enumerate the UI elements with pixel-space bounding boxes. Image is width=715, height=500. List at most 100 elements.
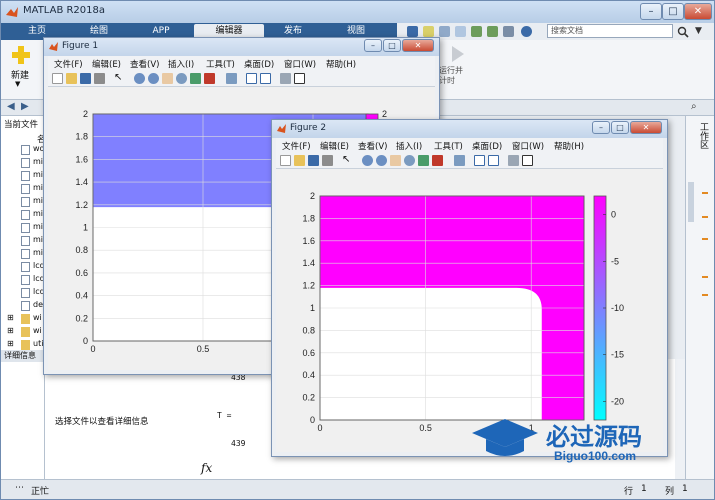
back-icon[interactable]: ◀ (7, 101, 15, 112)
expand-icon[interactable]: ⊞ (7, 313, 14, 322)
print-icon[interactable] (322, 155, 333, 166)
file-list-item[interactable]: mi (1, 248, 45, 260)
workspace-label[interactable]: 工作区 (697, 122, 710, 149)
file-list-item[interactable]: mi (1, 235, 45, 247)
run-and-time-label[interactable]: 运行并计时 (439, 66, 469, 86)
legend-icon[interactable] (488, 155, 499, 166)
zoom-out-icon[interactable] (376, 155, 387, 166)
pan-icon[interactable] (390, 155, 401, 166)
paste-icon[interactable] (455, 26, 466, 37)
colorbar-icon[interactable] (474, 155, 485, 166)
rotate-icon[interactable] (176, 73, 187, 84)
pointer-icon[interactable]: ↖ (114, 73, 125, 84)
file-list-item[interactable]: wo (1, 144, 45, 156)
link-plot-icon[interactable] (454, 155, 465, 166)
search-icon[interactable] (677, 26, 689, 38)
zoom-in-icon[interactable] (134, 73, 145, 84)
file-list-item[interactable]: lcd (1, 274, 45, 286)
fig2-close-button[interactable]: ✕ (630, 121, 662, 134)
address-search-icon[interactable]: ⌕ (691, 101, 697, 112)
fig1-menu-tools[interactable]: 工具(T) (206, 58, 235, 70)
fig1-menu-file[interactable]: 文件(F) (54, 58, 83, 70)
fig2-menu-view[interactable]: 查看(V) (358, 140, 387, 152)
hide-tools-icon[interactable] (508, 155, 519, 166)
file-list-item[interactable]: lcd (1, 261, 45, 273)
zoom-in-icon[interactable] (362, 155, 373, 166)
file-list-item[interactable]: lcd (1, 287, 45, 299)
file-list-item[interactable]: mi (1, 157, 45, 169)
fig2-menu-edit[interactable]: 编辑(E) (320, 140, 349, 152)
fig2-menu-insert[interactable]: 插入(I) (396, 140, 422, 152)
print-icon[interactable] (94, 73, 105, 84)
fig1-menu-desktop[interactable]: 桌面(D) (244, 58, 274, 70)
filter-icon[interactable]: ▼ (695, 26, 702, 36)
fig2-maximize-button[interactable]: □ (611, 121, 629, 134)
help-icon[interactable] (521, 26, 532, 37)
new-figure-icon[interactable] (52, 73, 63, 84)
figure-2-window[interactable]: Figure 2 – □ ✕ 文件(F) 编辑(E) 查看(V) 插入(I) 工… (271, 119, 668, 457)
link-plot-icon[interactable] (226, 73, 237, 84)
fig2-menu-tools[interactable]: 工具(T) (434, 140, 463, 152)
fig2-menu-desktop[interactable]: 桌面(D) (472, 140, 502, 152)
file-list-item[interactable]: dev (1, 300, 48, 312)
run-and-time-icon[interactable] (449, 44, 467, 64)
open-icon[interactable] (294, 155, 305, 166)
file-list-item[interactable]: mi (1, 196, 45, 208)
file-list-item[interactable]: mi (1, 183, 45, 195)
undo-icon[interactable] (471, 26, 482, 37)
copy-icon[interactable] (439, 26, 450, 37)
hide-tools-icon[interactable] (280, 73, 291, 84)
fig1-menu-view[interactable]: 查看(V) (130, 58, 159, 70)
redo-icon[interactable] (487, 26, 498, 37)
expand-icon[interactable]: ⊞ (7, 339, 14, 348)
fig1-close-button[interactable]: ✕ (402, 39, 434, 52)
cmd-scrollbar[interactable] (675, 359, 685, 479)
brush-icon[interactable] (204, 73, 215, 84)
file-list-item[interactable]: mi (1, 222, 45, 234)
save-icon[interactable] (407, 26, 418, 37)
zoom-out-icon[interactable] (148, 73, 159, 84)
fig1-menu-edit[interactable]: 编辑(E) (92, 58, 121, 70)
new-figure-icon[interactable] (280, 155, 291, 166)
save-figure-icon[interactable] (308, 155, 319, 166)
new-dropdown-icon[interactable]: ▼ (15, 80, 20, 88)
brush-icon[interactable] (432, 155, 443, 166)
fig1-menu-help[interactable]: 帮助(H) (326, 58, 356, 70)
show-tools-icon[interactable] (294, 73, 305, 84)
cut-icon[interactable] (423, 26, 434, 37)
maximize-button[interactable]: □ (662, 3, 684, 20)
new-icon[interactable] (11, 45, 31, 65)
switch-windows-icon[interactable] (503, 26, 514, 37)
forward-icon[interactable]: ▶ (21, 101, 29, 112)
file-list-item[interactable]: ⊞ wi (1, 313, 45, 325)
show-tools-icon[interactable] (522, 155, 533, 166)
save-figure-icon[interactable] (80, 73, 91, 84)
figure-1-titlebar[interactable]: Figure 1 – □ ✕ (44, 38, 439, 56)
rotate-icon[interactable] (404, 155, 415, 166)
fig2-menu-help[interactable]: 帮助(H) (554, 140, 584, 152)
expand-icon[interactable]: ⊞ (7, 326, 14, 335)
y-tick-label: 0.4 (302, 370, 315, 380)
data-cursor-icon[interactable] (190, 73, 201, 84)
figure-2-titlebar[interactable]: Figure 2 – □ ✕ (272, 120, 667, 138)
data-cursor-icon[interactable] (418, 155, 429, 166)
colorbar-icon[interactable] (246, 73, 257, 84)
file-list-item[interactable]: mi (1, 170, 45, 182)
file-list-item[interactable]: ⊞ wi (1, 326, 45, 338)
workspace-scrollbar[interactable] (688, 182, 694, 222)
fig1-maximize-button[interactable]: □ (383, 39, 401, 52)
fig2-menu-window[interactable]: 窗口(W) (512, 140, 544, 152)
fig1-menu-window[interactable]: 窗口(W) (284, 58, 316, 70)
pan-icon[interactable] (162, 73, 173, 84)
file-list-item[interactable]: mi (1, 209, 45, 221)
fig1-minimize-button[interactable]: – (364, 39, 382, 52)
legend-icon[interactable] (260, 73, 271, 84)
fig1-menu-insert[interactable]: 插入(I) (168, 58, 194, 70)
close-button[interactable]: ✕ (684, 3, 712, 20)
open-icon[interactable] (66, 73, 77, 84)
pointer-icon[interactable]: ↖ (342, 155, 353, 166)
search-input[interactable]: 搜索文档 (547, 24, 673, 38)
minimize-button[interactable]: – (640, 3, 662, 20)
fig2-menu-file[interactable]: 文件(F) (282, 140, 311, 152)
fig2-minimize-button[interactable]: – (592, 121, 610, 134)
